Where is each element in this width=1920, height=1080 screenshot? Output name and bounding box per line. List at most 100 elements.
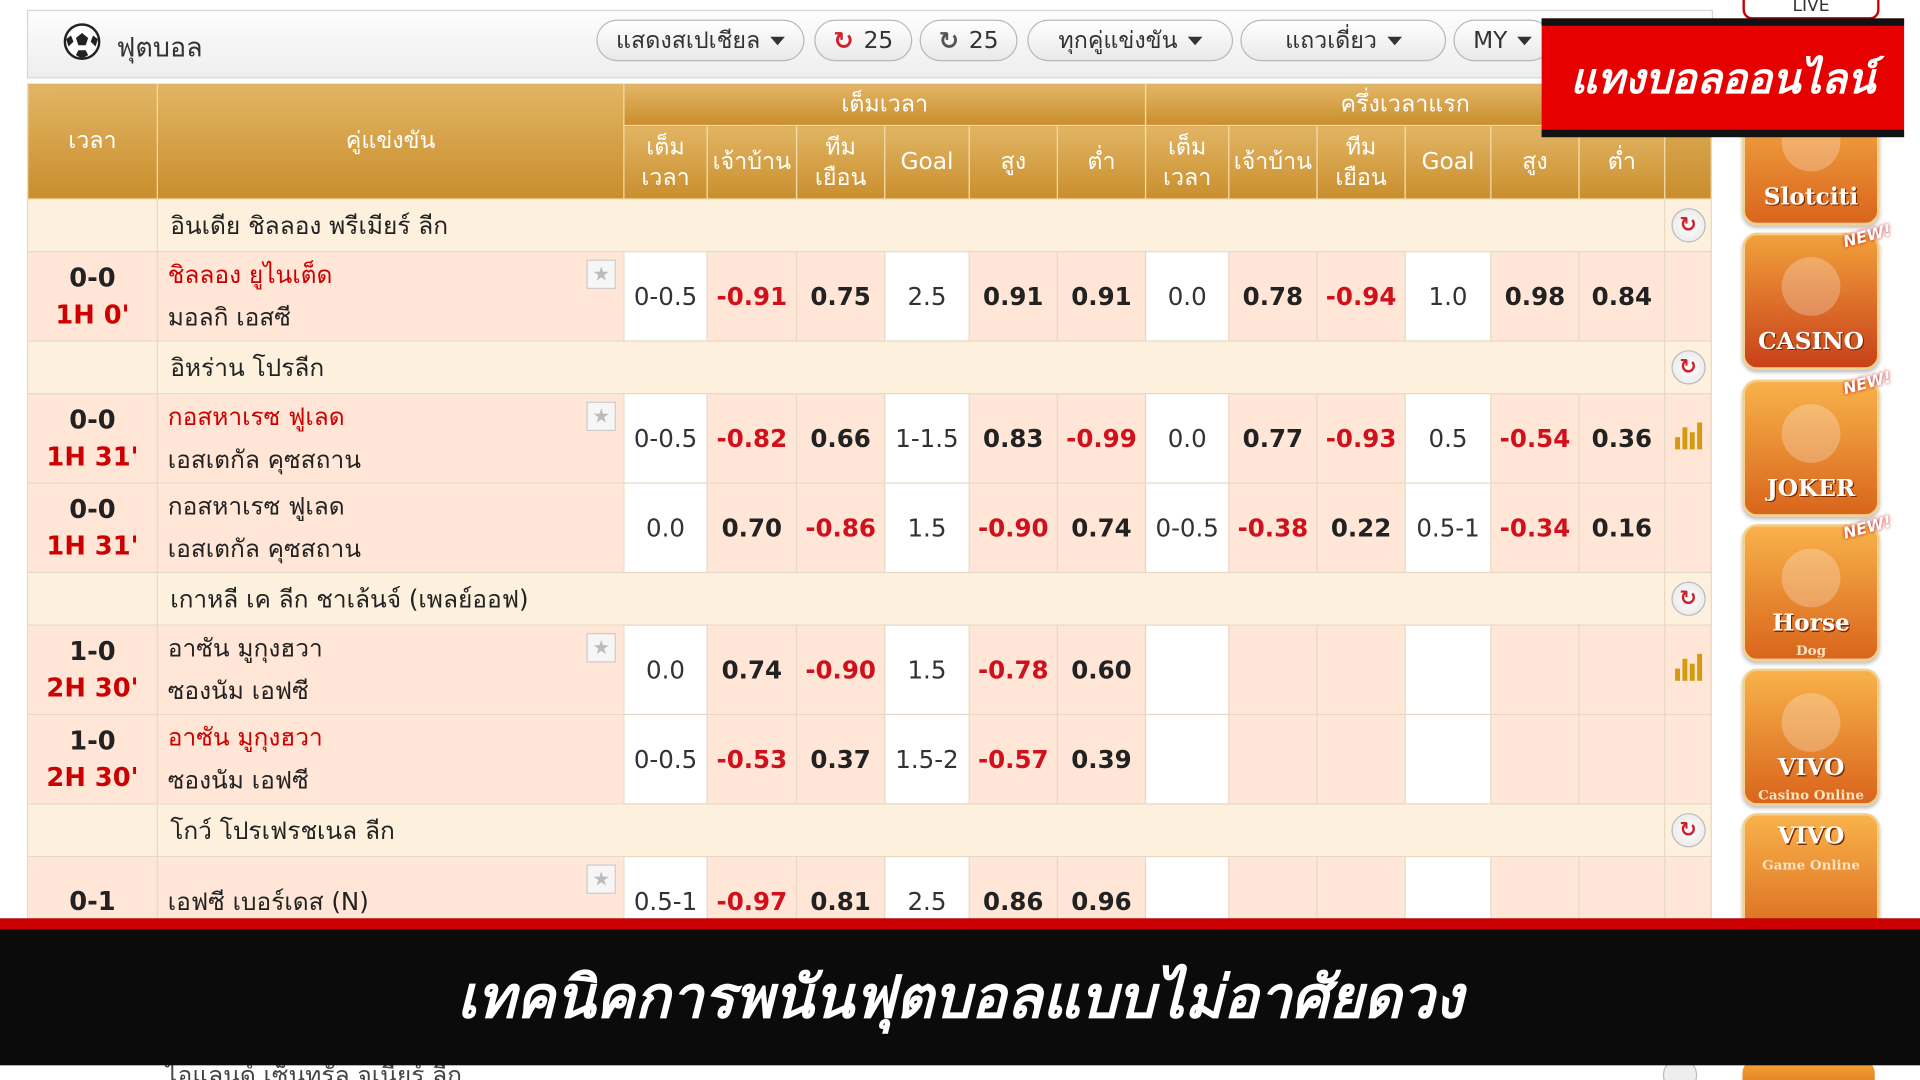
live-tab[interactable]: LIVE bbox=[1742, 0, 1880, 20]
away-team: เอสเตกัล คุซสถาน bbox=[167, 444, 361, 474]
vivo-casino-tile[interactable]: VIVO Casino Online bbox=[1742, 668, 1880, 806]
home-team: กอสหาเรซ ฟูเลด bbox=[167, 491, 345, 521]
col-header-ft-over: สูง bbox=[968, 124, 1058, 200]
ft-handicap: 0-0.5 bbox=[623, 251, 708, 342]
tile-label: JOKER bbox=[1766, 475, 1856, 503]
home-team: อาซัน มูกุงฮวา bbox=[167, 722, 323, 752]
view-mode-dropdown[interactable]: แถวเดี่ยว bbox=[1240, 19, 1447, 62]
ft-goal-line: 2.5 bbox=[884, 251, 970, 342]
fh-over-odds[interactable]: -0.54 bbox=[1490, 393, 1580, 484]
ft-away-odds[interactable]: 0.66 bbox=[795, 393, 886, 484]
match-teams-cell: อาซัน มูกุงฮวา ซองนัม เอฟซี bbox=[156, 713, 625, 805]
article-title-bar: เทคนิคการพนันฟุตบอลแบบไม่อาศัยดวง bbox=[0, 918, 1920, 1066]
ft-home-odds[interactable]: 0.70 bbox=[706, 482, 798, 574]
tile-label: Slotciti bbox=[1763, 183, 1859, 211]
ft-under-odds[interactable]: -0.99 bbox=[1056, 393, 1147, 484]
ft-home-odds[interactable]: -0.53 bbox=[706, 713, 798, 805]
special-dropdown[interactable]: แสดงสเปเชียล bbox=[596, 19, 805, 62]
fh-goal-line bbox=[1404, 713, 1492, 805]
favorite-star-icon[interactable]: ★ bbox=[586, 259, 616, 289]
fh-under-odds[interactable]: 0.16 bbox=[1578, 482, 1666, 574]
league-name: เกาหลี เค ลีก ชาเล้นจ์ (เพลย์ออฟ) bbox=[156, 571, 1666, 626]
home-team: ชิลลอง ยูไนเต็ด bbox=[167, 259, 333, 289]
special-dropdown-label: แสดงสเปเชียล bbox=[616, 26, 761, 54]
fh-away-odds[interactable]: -0.93 bbox=[1316, 393, 1406, 484]
ft-over-odds[interactable]: -0.57 bbox=[968, 713, 1058, 805]
ft-over-odds[interactable]: -0.78 bbox=[968, 624, 1058, 716]
fh-away-odds[interactable]: -0.94 bbox=[1316, 251, 1406, 342]
league-refresh-icon[interactable]: ↻ bbox=[1670, 813, 1706, 848]
refresh-button-2[interactable]: ↻ 25 bbox=[919, 19, 1018, 62]
tile-sublabel: Dog bbox=[1795, 642, 1827, 659]
sa-casino-tile[interactable]: NEW! CASINO bbox=[1742, 222, 1893, 370]
odds-table-wrap: เวลา คู่แข่งขัน เต็มเวลา ครึ่งเวลาแรก เต… bbox=[26, 83, 1712, 947]
new-badge: NEW! bbox=[1841, 513, 1894, 544]
fh-over-odds[interactable]: 0.98 bbox=[1490, 251, 1580, 342]
ft-away-odds[interactable]: -0.86 bbox=[795, 482, 886, 574]
col-header-fh-goal: Goal bbox=[1404, 124, 1492, 200]
ft-goal-line: 1.5 bbox=[884, 624, 970, 716]
league-row: อินเดีย ชิลลอง พรีเมียร์ ลีก ↻ bbox=[26, 198, 1712, 253]
fh-home-odds[interactable]: 0.77 bbox=[1228, 393, 1318, 484]
odds-type-label: MY bbox=[1473, 26, 1508, 54]
match-clock: 2H 30' bbox=[46, 762, 139, 793]
fh-under-odds bbox=[1578, 624, 1666, 716]
fh-home-odds[interactable]: 0.78 bbox=[1228, 251, 1318, 342]
stats-chart-icon[interactable] bbox=[1674, 653, 1702, 681]
fh-under-odds[interactable]: 0.84 bbox=[1578, 251, 1666, 342]
view-mode-label: แถวเดี่ยว bbox=[1285, 26, 1377, 54]
fh-home-odds[interactable]: -0.38 bbox=[1228, 482, 1318, 574]
favorite-star-icon[interactable]: ★ bbox=[586, 864, 616, 894]
fh-over-odds[interactable]: -0.34 bbox=[1490, 482, 1580, 574]
joker-tile[interactable]: NEW! JOKER bbox=[1742, 369, 1893, 517]
fh-handicap bbox=[1144, 713, 1230, 805]
new-badge: NEW! bbox=[1841, 221, 1894, 253]
ft-under-odds[interactable]: 0.74 bbox=[1056, 482, 1147, 574]
match-teams-cell: กอสหาเรซ ฟูเลด เอสเตกัล คุซสถาน ★ bbox=[156, 393, 625, 484]
ft-home-odds[interactable]: -0.82 bbox=[706, 393, 798, 484]
ft-home-odds[interactable]: 0.74 bbox=[706, 624, 798, 716]
ft-under-odds[interactable]: 0.60 bbox=[1056, 624, 1147, 716]
league-refresh-icon[interactable]: ↻ bbox=[1670, 208, 1706, 243]
chevron-down-icon bbox=[1386, 36, 1402, 45]
ft-away-odds[interactable]: 0.37 bbox=[795, 713, 886, 805]
league-refresh-cell: ↻ bbox=[1664, 571, 1712, 626]
favorite-star-icon[interactable]: ★ bbox=[586, 401, 616, 432]
tile-sublabel: Casino Online bbox=[1758, 787, 1864, 804]
ft-home-odds[interactable]: -0.91 bbox=[706, 251, 798, 342]
match-row: 0-0 1H 0' ชิลลอง ยูไนเต็ด มอลกิ เอสซี ★ … bbox=[26, 251, 1712, 342]
fh-home-odds bbox=[1228, 624, 1318, 716]
ft-away-odds[interactable]: -0.90 bbox=[795, 624, 886, 716]
fh-away-odds[interactable]: 0.22 bbox=[1316, 482, 1406, 574]
fh-goal-line: 0.5 bbox=[1404, 393, 1492, 484]
refresh-button-1[interactable]: ↻ 25 bbox=[814, 19, 913, 62]
home-team: กอสหาเรซ ฟูเลด bbox=[167, 401, 345, 432]
ft-over-odds[interactable]: -0.90 bbox=[968, 482, 1058, 574]
match-row: 1-0 2H 30' อาซัน มูกุงฮวา ซองนัม เอฟซี 0… bbox=[26, 713, 1712, 805]
odds-table: เวลา คู่แข่งขัน เต็มเวลา ครึ่งเวลาแรก เต… bbox=[26, 83, 1712, 947]
ft-under-odds[interactable]: 0.91 bbox=[1056, 251, 1147, 342]
favorite-star-icon[interactable]: ★ bbox=[586, 633, 616, 663]
col-header-ft-hdp: เต็ม เวลา bbox=[623, 124, 708, 200]
match-teams-cell: อาซัน มูกุงฮวา ซองนัม เอฟซี ★ bbox=[156, 624, 625, 716]
match-time-cell: 0-0 1H 31' bbox=[26, 482, 158, 574]
ft-away-odds[interactable]: 0.75 bbox=[795, 251, 886, 342]
match-teams-cell: ชิลลอง ยูไนเต็ด มอลกิ เอสซี ★ bbox=[156, 251, 625, 342]
col-header-match: คู่แข่งขัน bbox=[156, 83, 625, 200]
stats-chart-icon[interactable] bbox=[1674, 421, 1702, 449]
odds-type-dropdown[interactable]: MY bbox=[1453, 19, 1552, 62]
league-refresh-icon[interactable]: ↻ bbox=[1670, 350, 1706, 385]
ft-handicap: 0.0 bbox=[623, 624, 708, 716]
tile-label: CASINO bbox=[1758, 328, 1864, 356]
horse-dog-tile[interactable]: NEW! Horse Dog bbox=[1742, 513, 1893, 662]
matches-filter-dropdown[interactable]: ทุกคู่แข่งขัน bbox=[1027, 19, 1234, 62]
ft-over-odds[interactable]: 0.91 bbox=[968, 251, 1058, 342]
fh-under-odds[interactable]: 0.36 bbox=[1578, 393, 1666, 484]
col-header-ft-away: ทีม เยือน bbox=[795, 124, 886, 200]
chevron-down-icon bbox=[770, 36, 785, 45]
betting-page: ฟุตบอล แสดงสเปเชียล ↻ 25 ↻ 25 ทุกคู่แข่ง… bbox=[0, 0, 1920, 1080]
ft-under-odds[interactable]: 0.39 bbox=[1056, 713, 1147, 805]
league-refresh-icon[interactable]: ↻ bbox=[1670, 581, 1706, 616]
ft-over-odds[interactable]: 0.83 bbox=[968, 393, 1058, 484]
match-score: 0-1 bbox=[69, 886, 116, 916]
